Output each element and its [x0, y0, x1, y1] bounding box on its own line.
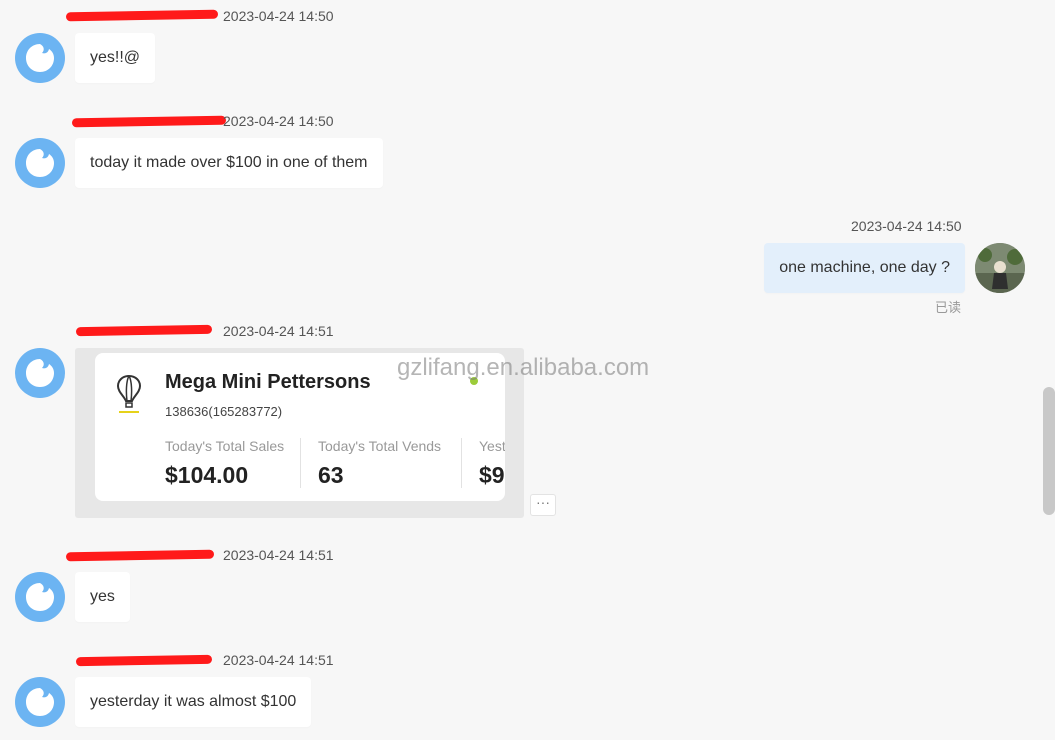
message-bubble[interactable]: yes	[75, 572, 130, 622]
message-3-sent: 2023-04-24 14:50 one machine, one day ? …	[0, 210, 1040, 320]
message-timestamp: 2023-04-24 14:50	[851, 218, 962, 234]
card-machine-id: 138636(165283772)	[165, 404, 283, 419]
redacted-sender-name	[65, 9, 219, 22]
stat-label: Yest	[479, 438, 505, 454]
stat-value: 63	[318, 462, 344, 488]
read-status: 已读	[935, 300, 962, 315]
message-bubble[interactable]: today it made over $100 in one of them	[75, 138, 383, 188]
watermark-text: gzlifang.en.alibaba.com	[397, 354, 650, 381]
contact-avatar[interactable]	[15, 348, 65, 398]
redacted-sender-name	[65, 549, 215, 562]
contact-avatar[interactable]	[15, 138, 65, 188]
stat-label: Today's Total Vends	[318, 438, 442, 454]
scrollbar-thumb[interactable]	[1043, 387, 1055, 515]
contact-avatar[interactable]	[15, 572, 65, 622]
message-timestamp: 2023-04-24 14:51	[223, 652, 334, 668]
message-timestamp: 2023-04-24 14:51	[223, 323, 334, 339]
message-timestamp: 2023-04-24 14:50	[223, 113, 334, 129]
message-2: 2023-04-24 14:50 today it made over $100…	[0, 105, 1040, 200]
stat-label: Today's Total Sales	[165, 438, 285, 454]
stat-divider	[300, 438, 301, 488]
message-5: 2023-04-24 14:51 yes	[0, 540, 1040, 635]
message-timestamp: 2023-04-24 14:50	[223, 8, 334, 24]
message-4-card: 2023-04-24 14:51 Mega Mini Pettersons 13…	[0, 315, 1040, 530]
message-bubble[interactable]: yesterday it was almost $100	[75, 677, 312, 727]
message-timestamp: 2023-04-24 14:51	[223, 547, 334, 563]
hot-air-balloon-icon	[115, 373, 143, 420]
contact-avatar[interactable]	[15, 33, 65, 83]
redacted-sender-name	[75, 654, 213, 667]
message-6: 2023-04-24 14:51 yesterday it was almost…	[0, 645, 1040, 740]
more-options-button[interactable]: ···	[530, 494, 556, 516]
message-bubble[interactable]: one machine, one day ?	[764, 243, 965, 293]
stat-value: $104.00	[165, 462, 249, 488]
user-avatar[interactable]	[975, 243, 1025, 293]
stat-value: $9	[479, 462, 505, 488]
contact-avatar[interactable]	[15, 677, 65, 727]
redacted-sender-name	[75, 324, 213, 337]
message-1: 2023-04-24 14:50 yes!!@	[0, 0, 1040, 95]
scrollbar[interactable]	[1041, 0, 1055, 740]
message-bubble[interactable]: yes!!@	[75, 33, 156, 83]
stat-divider	[461, 438, 462, 488]
redacted-sender-name	[71, 115, 227, 128]
card-title: Mega Mini Pettersons	[165, 371, 371, 393]
